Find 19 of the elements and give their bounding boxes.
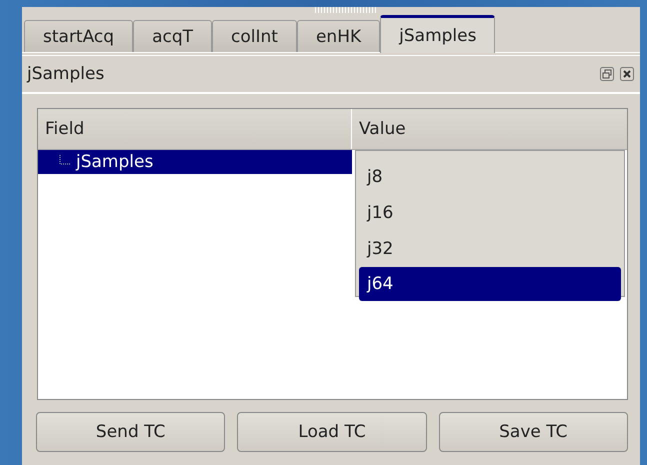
tree-row[interactable]: jSamples (38, 150, 352, 174)
dock-title: jSamples (27, 64, 106, 84)
action-button[interactable]: Load TC (237, 412, 427, 452)
drag-handle[interactable] (315, 7, 377, 13)
column-header[interactable]: Field (38, 109, 352, 149)
tab[interactable]: jSamples (380, 15, 496, 53)
action-button[interactable]: Send TC (36, 412, 226, 452)
dropdown-option[interactable]: j8 (359, 159, 621, 195)
dropdown-option[interactable]: j16 (359, 195, 621, 231)
tab[interactable]: enHK (296, 20, 380, 52)
column-header[interactable]: Value (352, 109, 627, 149)
action-button[interactable]: Save TC (438, 412, 628, 452)
dropdown-option[interactable]: j64 (359, 267, 621, 301)
tab[interactable]: startAcq (24, 20, 134, 52)
tab[interactable]: acqT (133, 20, 212, 52)
dropdown-option[interactable]: j32 (359, 231, 621, 267)
float-icon[interactable] (600, 67, 614, 81)
tab[interactable]: colInt (212, 20, 297, 52)
close-icon[interactable] (620, 67, 634, 81)
